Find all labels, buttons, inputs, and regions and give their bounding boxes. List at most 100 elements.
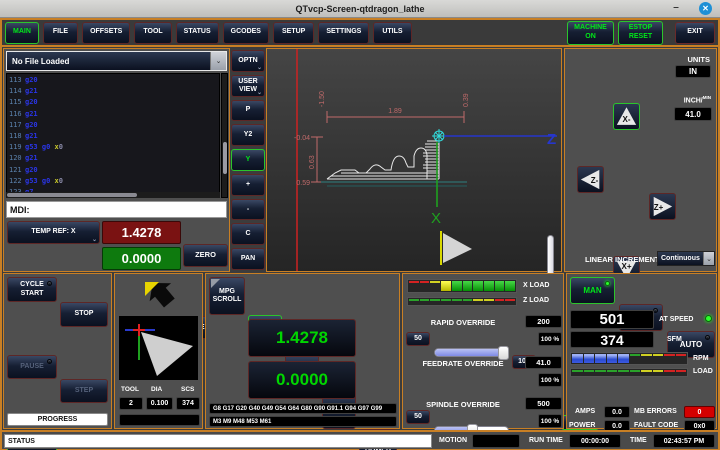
gremlin-preview[interactable]: 1.89 -1.50 0.39 -0.04 0.63 0.59 xyxy=(266,48,562,272)
status-message: STATUS xyxy=(4,434,432,448)
step-button[interactable]: STEP xyxy=(60,379,108,403)
spindle-load-bar xyxy=(570,368,688,377)
temp-ref-x-value: 1.4278 xyxy=(102,221,181,244)
temp-ref-x-zero-button[interactable]: ZERO xyxy=(183,244,228,267)
gcode-vscrollbar[interactable] xyxy=(221,73,228,198)
temp-ref-z-value: 0.0000 xyxy=(102,247,181,270)
view-y2-button[interactable]: Y2 xyxy=(231,124,265,146)
tool-panel: TOOL DIA SCS 2 0.100 374 xyxy=(114,273,203,429)
jog-panel: UNITS IN X- Z- Z+ X+ INCH/MIN xyxy=(564,48,717,272)
feed-override-label: FEEDRATE OVERRIDE xyxy=(403,359,523,368)
mpg-scroll-button[interactable]: MPG SCROLL xyxy=(209,277,245,315)
gcode-line: 116g21 xyxy=(9,109,217,120)
dim-xbot-label: 0.59 xyxy=(296,180,310,187)
close-icon[interactable]: ✕ xyxy=(699,2,712,15)
override-panel: X LOAD Z LOAD RAPID OVERRIDE 200 50 100 … xyxy=(402,273,564,429)
tab-setup[interactable]: SETUP xyxy=(273,22,314,44)
rapid-slider-handle[interactable] xyxy=(498,346,509,360)
tab-tool[interactable]: TOOL xyxy=(134,22,171,44)
gcode-line: 121g20 xyxy=(9,165,217,176)
feed-min-button[interactable]: 50 xyxy=(406,410,430,424)
tool-orientation-icon xyxy=(141,278,177,310)
increment-chevron-icon[interactable]: ⌄ xyxy=(703,252,714,265)
x-load-label: X LOAD xyxy=(523,282,549,289)
tab-file[interactable]: FILE xyxy=(43,22,78,44)
file-combo-chevron-icon[interactable]: ⌄ xyxy=(210,52,226,70)
gcode-list[interactable]: 113g20 114g21 115g20 116g21 117g20 118g2… xyxy=(6,73,220,198)
clear-button[interactable]: C xyxy=(231,223,265,245)
spindle-rpm-value: 501 xyxy=(570,310,654,329)
dim-xtop-label: -0.04 xyxy=(294,135,310,142)
pause-button[interactable]: PAUSE xyxy=(7,355,57,379)
motion-label: MOTION xyxy=(439,437,467,444)
machine-on-button[interactable]: MACHINE ON xyxy=(567,21,614,45)
auto-led xyxy=(705,335,710,340)
tool-graphic xyxy=(119,316,198,380)
tab-status[interactable]: STATUS xyxy=(176,22,219,44)
amps-label: AMPS xyxy=(575,408,595,415)
units-value: IN xyxy=(675,65,711,78)
spindle-pct: 100 % xyxy=(538,414,562,428)
pan-button[interactable]: PAN xyxy=(231,248,265,270)
jog-z-plus-button[interactable]: Z+ xyxy=(649,193,676,220)
mdi-input[interactable]: MDI: xyxy=(6,201,227,218)
linear-increment-combo[interactable]: Continuous ⌄ xyxy=(657,251,715,266)
exit-button[interactable]: EXIT xyxy=(675,22,715,44)
tab-settings[interactable]: SETTINGS xyxy=(318,22,369,44)
rapid-slider[interactable] xyxy=(434,348,509,357)
dia-header: DIA xyxy=(151,386,162,393)
zoom-in-button[interactable]: + xyxy=(231,174,265,196)
tab-offsets[interactable]: OFFSETS xyxy=(82,22,130,44)
at-speed-led xyxy=(705,315,712,322)
dim-height-label: 0.63 xyxy=(309,155,316,169)
gcode-line: 122g53 g0 x0 xyxy=(9,176,217,187)
amps-value: 0.0 xyxy=(604,406,630,418)
at-speed-label: AT SPEED xyxy=(659,316,694,323)
gcode-line: 118g21 xyxy=(9,131,217,142)
gcode-line: 115g20 xyxy=(9,97,217,108)
tab-main[interactable]: MAIN xyxy=(5,22,39,44)
cycle-start-button[interactable]: CYCLE START xyxy=(7,277,57,302)
rpm-bar xyxy=(570,352,688,365)
gcode-line: 117g20 xyxy=(9,120,217,131)
stop-button[interactable]: STOP xyxy=(60,302,108,327)
zoom-out-button[interactable]: - xyxy=(231,199,265,221)
spindle-override-label: SPINDLE OVERRIDE xyxy=(403,400,523,409)
rapid-override-label: RAPID OVERRIDE xyxy=(403,318,523,327)
feed-value: 41.0 xyxy=(525,356,562,369)
rapid-min-button[interactable]: 50 xyxy=(406,332,430,346)
estop-reset-button[interactable]: ESTOP RESET xyxy=(618,21,663,45)
jog-z-minus-button[interactable]: Z- xyxy=(577,166,604,193)
rapid-value: 200 xyxy=(525,315,562,328)
jog-rate-value: 41.0 xyxy=(674,107,712,121)
x-axis-label: X xyxy=(431,210,441,227)
pause-led xyxy=(47,359,52,364)
user-view-button[interactable]: USER VIEW⌄ xyxy=(231,75,265,97)
gcode-hscrollbar[interactable] xyxy=(6,192,220,198)
x-dro-value: 1.4278 xyxy=(248,319,356,357)
dim-width-label: 1.89 xyxy=(388,108,402,115)
z-load-bar xyxy=(407,297,517,306)
tab-gcodes[interactable]: GCODES xyxy=(223,22,269,44)
chevron-down-icon: ⌄ xyxy=(257,65,262,71)
window-title: QTvcp-Screen-qtdragon_lathe xyxy=(295,4,424,14)
cycle-start-led xyxy=(47,281,52,286)
man-led xyxy=(605,281,610,286)
view-y-button[interactable]: Y xyxy=(231,149,265,171)
man-mode-button[interactable]: MAN xyxy=(570,277,615,304)
dim-zmin-label: -1.50 xyxy=(319,91,326,107)
feed-pct: 100 % xyxy=(538,373,562,387)
temp-ref-x-button[interactable]: TEMP REF: X⌄ xyxy=(7,221,100,244)
gcode-line: 113g20 xyxy=(9,75,217,86)
dim-zmax-label: 0.39 xyxy=(463,93,470,107)
menu-bar: MAIN FILE OFFSETS TOOL STATUS GCODES SET… xyxy=(2,20,718,47)
view-p-button[interactable]: P xyxy=(231,100,265,122)
minimize-icon[interactable]: – xyxy=(670,3,682,15)
sfm-label: SFM xyxy=(667,336,682,343)
optn-button[interactable]: OPTN⌄ xyxy=(231,50,265,72)
spindle-value: 500 xyxy=(525,397,562,410)
tab-utils[interactable]: UTILS xyxy=(373,22,411,44)
tool-comment xyxy=(119,414,200,426)
file-combo[interactable]: No File Loaded ⌄ xyxy=(6,51,227,71)
jog-x-minus-button[interactable]: X- xyxy=(613,103,640,130)
